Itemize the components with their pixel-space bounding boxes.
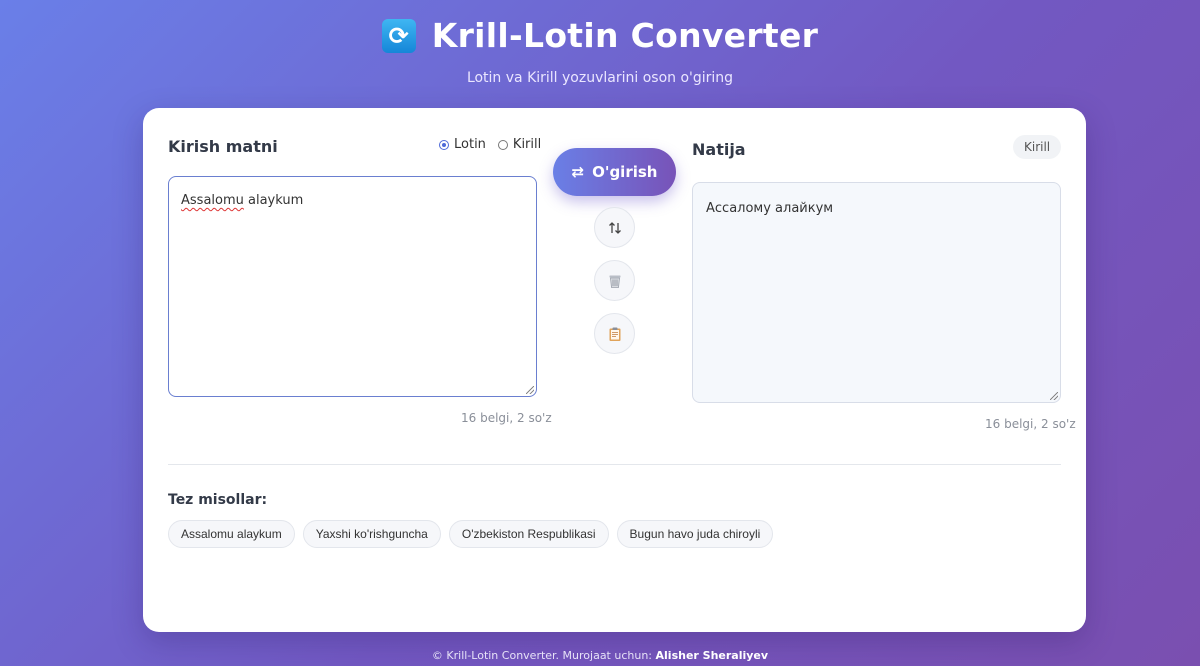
output-resize-handle[interactable] — [1050, 392, 1058, 400]
refresh-icon: ⟳ — [381, 18, 416, 53]
radio-kirill-label: Kirill — [512, 137, 542, 152]
header: ⟳ Krill-Lotin Converter Lotin va Kirill … — [0, 16, 1200, 86]
clear-button[interactable] — [594, 260, 635, 301]
title-row: ⟳ Krill-Lotin Converter — [0, 16, 1200, 55]
output-textarea[interactable]: Ассалому алайкум — [692, 182, 1061, 403]
examples-title: Tez misollar: — [168, 492, 268, 508]
swap-direction-button[interactable] — [594, 207, 635, 248]
input-char-count: 16 belgi, 2 so'z — [461, 411, 552, 425]
footer: © Krill-Lotin Converter. Murojaat uchun:… — [0, 649, 1200, 662]
output-script-badge: Kirill — [1013, 135, 1062, 159]
radio-kirill-dot[interactable] — [497, 139, 508, 150]
output-panel-title: Natija — [692, 140, 746, 159]
radio-lotin-dot[interactable] — [439, 139, 449, 150]
trash-icon — [609, 275, 620, 288]
example-chip[interactable]: Yaxshi ko'rishguncha — [302, 520, 441, 548]
convert-button[interactable]: ⇄ O'girish — [553, 148, 676, 196]
up-down-arrows-icon — [608, 221, 621, 234]
example-chip[interactable]: O'zbekiston Respublikasi — [448, 520, 609, 548]
footer-text: © Krill-Lotin Converter. Murojaat uchun: — [431, 649, 653, 662]
examples-list: Assalomu alaykum Yaxshi ko'rishguncha O'… — [168, 520, 774, 548]
convert-button-label: O'girish — [592, 163, 658, 181]
output-char-count: 16 belgi, 2 so'z — [985, 417, 1076, 431]
radio-lotin[interactable]: Lotin — [439, 137, 486, 152]
footer-author: Alisher Sheraliyev — [655, 649, 769, 662]
converter-card: Kirish matni Lotin Kirill Assalomu alayk… — [143, 108, 1086, 632]
input-textarea[interactable]: Assalomu alaykum — [168, 176, 537, 397]
input-panel-title: Kirish matni — [168, 137, 278, 156]
section-divider — [168, 464, 1061, 465]
app-subtitle: Lotin va Kirill yozuvlarini oson o'girin… — [466, 70, 734, 86]
radio-kirill[interactable]: Kirill — [497, 137, 542, 152]
input-resize-handle[interactable] — [526, 386, 534, 394]
input-text-rest: alaykum — [243, 193, 304, 208]
script-radio-group: Lotin Kirill — [439, 137, 541, 152]
input-text-word-misspelled: Assalomu — [181, 193, 244, 208]
clipboard-icon — [609, 327, 620, 341]
copy-button[interactable] — [594, 313, 635, 354]
example-chip[interactable]: Assalomu alaykum — [168, 520, 295, 548]
radio-lotin-label: Lotin — [454, 137, 486, 152]
output-text: Ассалому алайкум — [706, 201, 834, 216]
example-chip[interactable]: Bugun havo juda chiroyli — [616, 520, 774, 548]
swap-icon: ⇄ — [571, 163, 585, 181]
app-title: Krill-Lotin Converter — [431, 16, 819, 55]
